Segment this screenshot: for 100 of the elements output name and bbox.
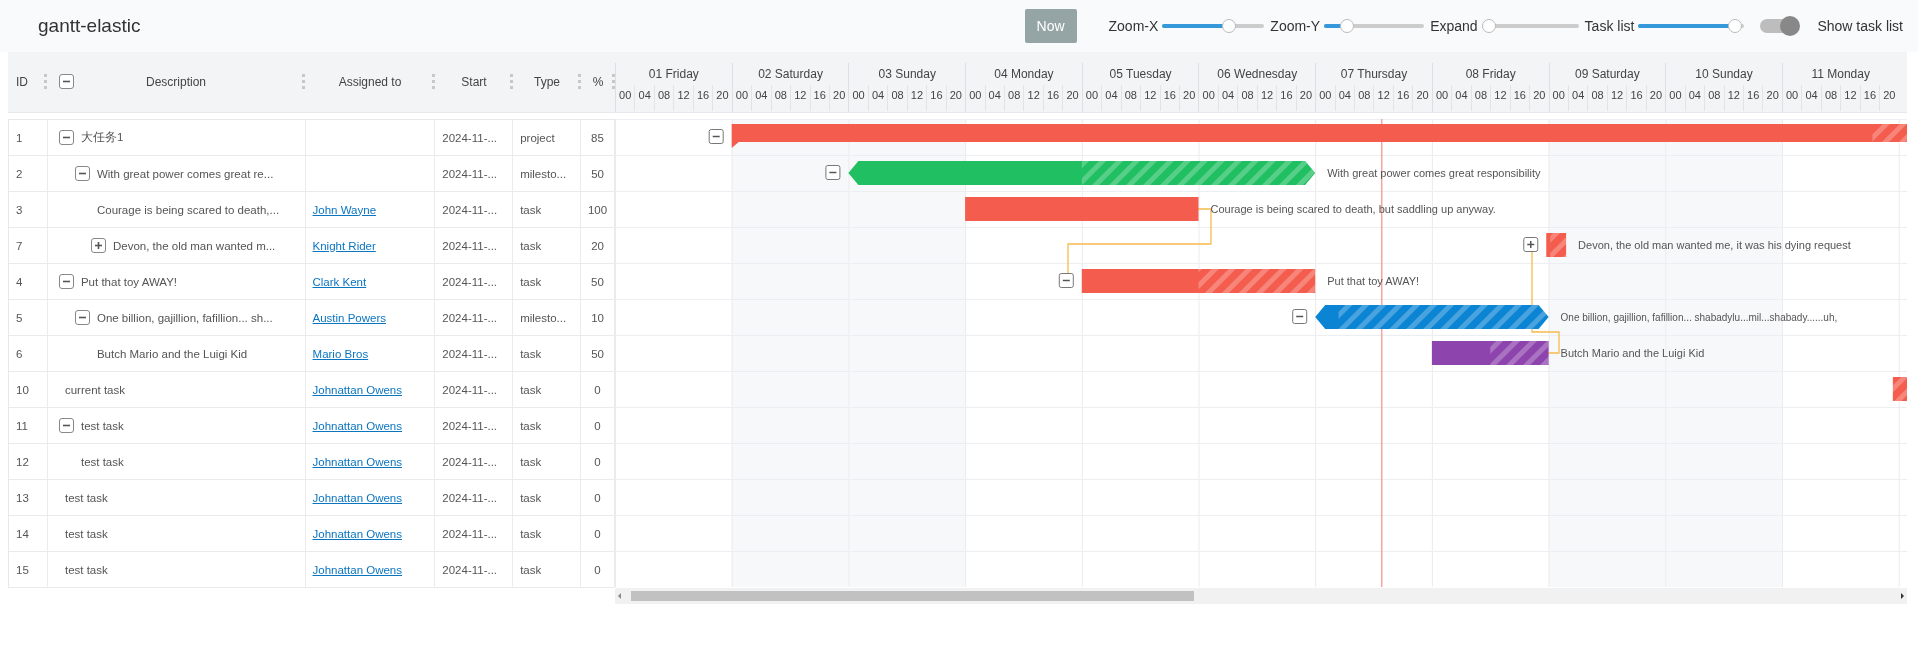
slider[interactable] <box>1162 19 1265 33</box>
hour-label: 04 <box>1334 85 1355 111</box>
bar-label: Put that toy AWAY! <box>1327 275 1420 287</box>
task-description: current task <box>64 383 125 396</box>
collapse-button[interactable] <box>825 165 841 180</box>
hour-label: 20 <box>1645 85 1666 111</box>
column-resize-handle[interactable] <box>578 74 581 89</box>
slider-label: Task list <box>1584 18 1635 34</box>
hour-label: 12 <box>1023 85 1043 111</box>
horizontal-scrollbar[interactable] <box>615 588 1907 604</box>
task-description: One billion, gajillion, fafillion... sh... <box>96 311 273 324</box>
hour-label: 00 <box>734 88 750 103</box>
task-bar[interactable] <box>1431 341 1549 365</box>
slider-thumb[interactable] <box>1727 19 1742 33</box>
assignee-link[interactable]: John Wayne <box>312 203 377 216</box>
slider[interactable] <box>1481 19 1579 33</box>
scrollbar-thumb[interactable] <box>631 591 1194 601</box>
bar-label: Butch Mario and the Luigi Kid <box>1560 347 1705 359</box>
task-type: task <box>520 527 542 540</box>
expand-button[interactable] <box>1523 237 1539 252</box>
assignee-link[interactable]: Johnattan Owens <box>312 419 402 432</box>
hour-label: 20 <box>1762 85 1782 111</box>
start-date: 2024-11-... <box>442 527 498 540</box>
slider-thumb[interactable] <box>1222 19 1237 33</box>
day-label: 06 Wednesday <box>1216 66 1299 83</box>
hour-label: 04 <box>984 85 1004 111</box>
task-percent: 0 <box>594 419 601 432</box>
slider-label: Zoom-X <box>1108 18 1159 34</box>
hour-label: 12 <box>1723 85 1743 111</box>
hour-label: 08 <box>887 85 907 111</box>
column-header: Assigned to <box>338 75 402 89</box>
assignee-link[interactable]: Knight Rider <box>312 239 376 252</box>
start-date: 2024-11-... <box>442 383 498 396</box>
hour-label: 00 <box>1201 88 1216 103</box>
task-bar[interactable] <box>1315 305 1549 329</box>
slider[interactable] <box>1324 19 1425 33</box>
hour-label: 00 <box>1434 88 1450 103</box>
assignee-link[interactable]: Johnattan Owens <box>312 563 403 576</box>
slider-label: Zoom-Y <box>1270 18 1321 34</box>
collapse-all-button[interactable] <box>59 74 74 89</box>
task-description: Put that toy AWAY! <box>80 275 178 288</box>
collapse-button[interactable] <box>58 130 74 145</box>
task-bar[interactable] <box>848 161 1316 185</box>
assignee-link[interactable]: Johnattan Owens <box>312 491 403 504</box>
hour-label: 16 <box>1042 85 1063 111</box>
hour-label: 00 <box>618 88 633 103</box>
slider[interactable] <box>1638 19 1745 33</box>
column-resize-handle[interactable] <box>44 74 47 89</box>
toggle-switch[interactable] <box>1760 19 1799 33</box>
task-type: task <box>520 203 542 216</box>
hour-label: 00 <box>1784 88 1800 103</box>
task-id: 2 <box>16 167 23 180</box>
assignee-link[interactable]: Johnattan Owens <box>312 383 403 396</box>
task-id: 11 <box>16 419 28 432</box>
task-bar[interactable] <box>731 124 1907 148</box>
hour-label: 04 <box>1567 85 1588 111</box>
task-percent: 85 <box>591 131 604 144</box>
task-description: test task <box>64 527 108 540</box>
collapse-button[interactable] <box>74 310 90 325</box>
task-id: 3 <box>16 203 23 216</box>
task-id: 15 <box>16 563 29 576</box>
assignee-link[interactable]: Austin Powers <box>312 311 387 324</box>
assignee-link[interactable]: Johnattan Owens <box>312 455 403 468</box>
collapse-button[interactable] <box>1292 309 1308 324</box>
hour-label: 16 <box>926 85 946 111</box>
hour-label: 00 <box>1318 88 1333 103</box>
slider-thumb[interactable] <box>1481 19 1496 33</box>
task-percent: 10 <box>591 311 604 324</box>
collapse-button[interactable] <box>1058 273 1074 288</box>
task-type: task <box>520 239 542 252</box>
column-resize-handle[interactable] <box>510 74 513 89</box>
task-bar[interactable] <box>1546 233 1567 257</box>
bar-label: With great power comes great responsibility <box>1327 167 1541 179</box>
task-type: project <box>520 131 555 144</box>
collapse-button[interactable] <box>74 166 90 181</box>
assignee-link[interactable]: Mario Bros <box>312 347 369 360</box>
hour-label: 00 <box>1668 88 1683 103</box>
task-percent: 50 <box>591 167 604 180</box>
collapse-button[interactable] <box>708 129 724 144</box>
column-resize-handle[interactable] <box>432 74 435 89</box>
day-label: 03 Sunday <box>877 66 937 83</box>
assignee-link[interactable]: Johnattan Owens <box>312 527 403 540</box>
start-date: 2024-11-... <box>442 563 498 576</box>
hour-label: 04 <box>1684 85 1705 111</box>
hour-label: 08 <box>1470 85 1491 111</box>
column-resize-handle[interactable] <box>302 74 305 89</box>
assignee-link[interactable]: Clark Kent <box>312 275 367 288</box>
collapse-button[interactable] <box>58 418 74 433</box>
bar-label: Courage is being scared to death, but saddling up anyway. <box>1210 203 1496 215</box>
slider-thumb[interactable] <box>1339 19 1354 33</box>
day-label: 01 Friday <box>647 66 700 83</box>
hour-label: 16 <box>809 85 829 111</box>
task-percent: 50 <box>591 347 604 360</box>
plus-icon <box>93 241 103 250</box>
hour-label: 08 <box>1704 85 1724 111</box>
collapse-button[interactable] <box>58 274 74 289</box>
task-percent: 50 <box>591 275 604 288</box>
task-id: 7 <box>16 239 23 252</box>
expand-button[interactable] <box>90 238 106 253</box>
start-date: 2024-11-... <box>442 491 498 504</box>
